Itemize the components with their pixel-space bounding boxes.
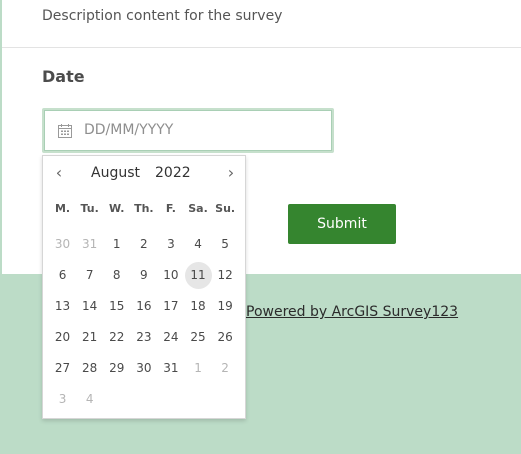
weekday-label: Tu. — [80, 202, 99, 215]
next-month-icon[interactable]: › — [221, 162, 241, 184]
date-picker-popup: ‹ August 2022 › M. Tu. W. Th. F. Sa. Su.… — [42, 155, 246, 419]
day-cell[interactable]: 2 — [130, 231, 157, 258]
day-cell[interactable]: 22 — [103, 324, 130, 351]
day-cell[interactable]: 20 — [49, 324, 76, 351]
day-cell[interactable]: 23 — [130, 324, 157, 351]
weekday-label: Sa. — [188, 202, 208, 215]
weekday-header-row: M. Tu. W. Th. F. Sa. Su. — [49, 202, 239, 215]
day-cell[interactable]: 30 — [49, 231, 76, 258]
day-cell[interactable]: 30 — [130, 355, 157, 382]
weekday-label: W. — [109, 202, 125, 215]
day-cell[interactable]: 14 — [76, 293, 103, 320]
day-cell[interactable]: 28 — [76, 355, 103, 382]
calendar-icon — [58, 124, 72, 138]
day-cell[interactable]: 16 — [130, 293, 157, 320]
day-cell[interactable]: 31 — [157, 355, 184, 382]
day-cell[interactable]: 13 — [49, 293, 76, 320]
month-selector[interactable]: August — [91, 165, 140, 181]
day-cell[interactable]: 12 — [212, 262, 239, 289]
day-cell[interactable]: 1 — [103, 231, 130, 258]
day-cell[interactable]: 19 — [212, 293, 239, 320]
weekday-label: Su. — [215, 202, 236, 215]
day-cell[interactable]: 15 — [103, 293, 130, 320]
day-cell[interactable]: 10 — [157, 262, 184, 289]
weekday-label: F. — [165, 202, 176, 215]
day-cell[interactable]: 9 — [130, 262, 157, 289]
day-cell[interactable]: 8 — [103, 262, 130, 289]
day-cell[interactable]: 4 — [185, 231, 212, 258]
day-cell[interactable]: 5 — [212, 231, 239, 258]
year-selector[interactable]: 2022 — [155, 165, 191, 181]
day-cell[interactable]: 29 — [103, 355, 130, 382]
date-question-label: Date — [42, 67, 85, 86]
submit-button[interactable]: Submit — [288, 204, 396, 244]
day-cell[interactable]: 7 — [76, 262, 103, 289]
divider — [2, 47, 521, 48]
day-cell[interactable]: 3 — [49, 386, 76, 413]
weekday-label: M. — [54, 202, 71, 215]
day-cell[interactable]: 31 — [76, 231, 103, 258]
day-cell[interactable]: 3 — [157, 231, 184, 258]
weekday-label: Th. — [134, 202, 154, 215]
day-cell[interactable]: 4 — [76, 386, 103, 413]
day-cell[interactable]: 21 — [76, 324, 103, 351]
day-cell[interactable]: 18 — [185, 293, 212, 320]
survey-description: Description content for the survey — [42, 8, 283, 24]
powered-by-link[interactable]: Powered by ArcGIS Survey123 — [246, 304, 458, 320]
day-cell[interactable]: 2 — [212, 355, 239, 382]
day-cell-today[interactable]: 11 — [184, 262, 212, 289]
day-cell[interactable]: 25 — [185, 324, 212, 351]
day-cell[interactable]: 27 — [49, 355, 76, 382]
day-grid: 30 31 1 2 3 4 5 6 7 8 9 10 11 12 13 14 15 16 17 18 19 20 21 22 2… — [49, 231, 239, 417]
day-cell[interactable]: 6 — [49, 262, 76, 289]
date-input-field[interactable]: DD/MM/YYYY — [42, 108, 334, 153]
day-cell[interactable]: 1 — [185, 355, 212, 382]
day-cell[interactable]: 17 — [157, 293, 184, 320]
day-cell[interactable]: 26 — [212, 324, 239, 351]
day-cell[interactable]: 24 — [157, 324, 184, 351]
previous-month-icon[interactable]: ‹ — [49, 162, 69, 184]
date-input-placeholder: DD/MM/YYYY — [84, 122, 174, 138]
